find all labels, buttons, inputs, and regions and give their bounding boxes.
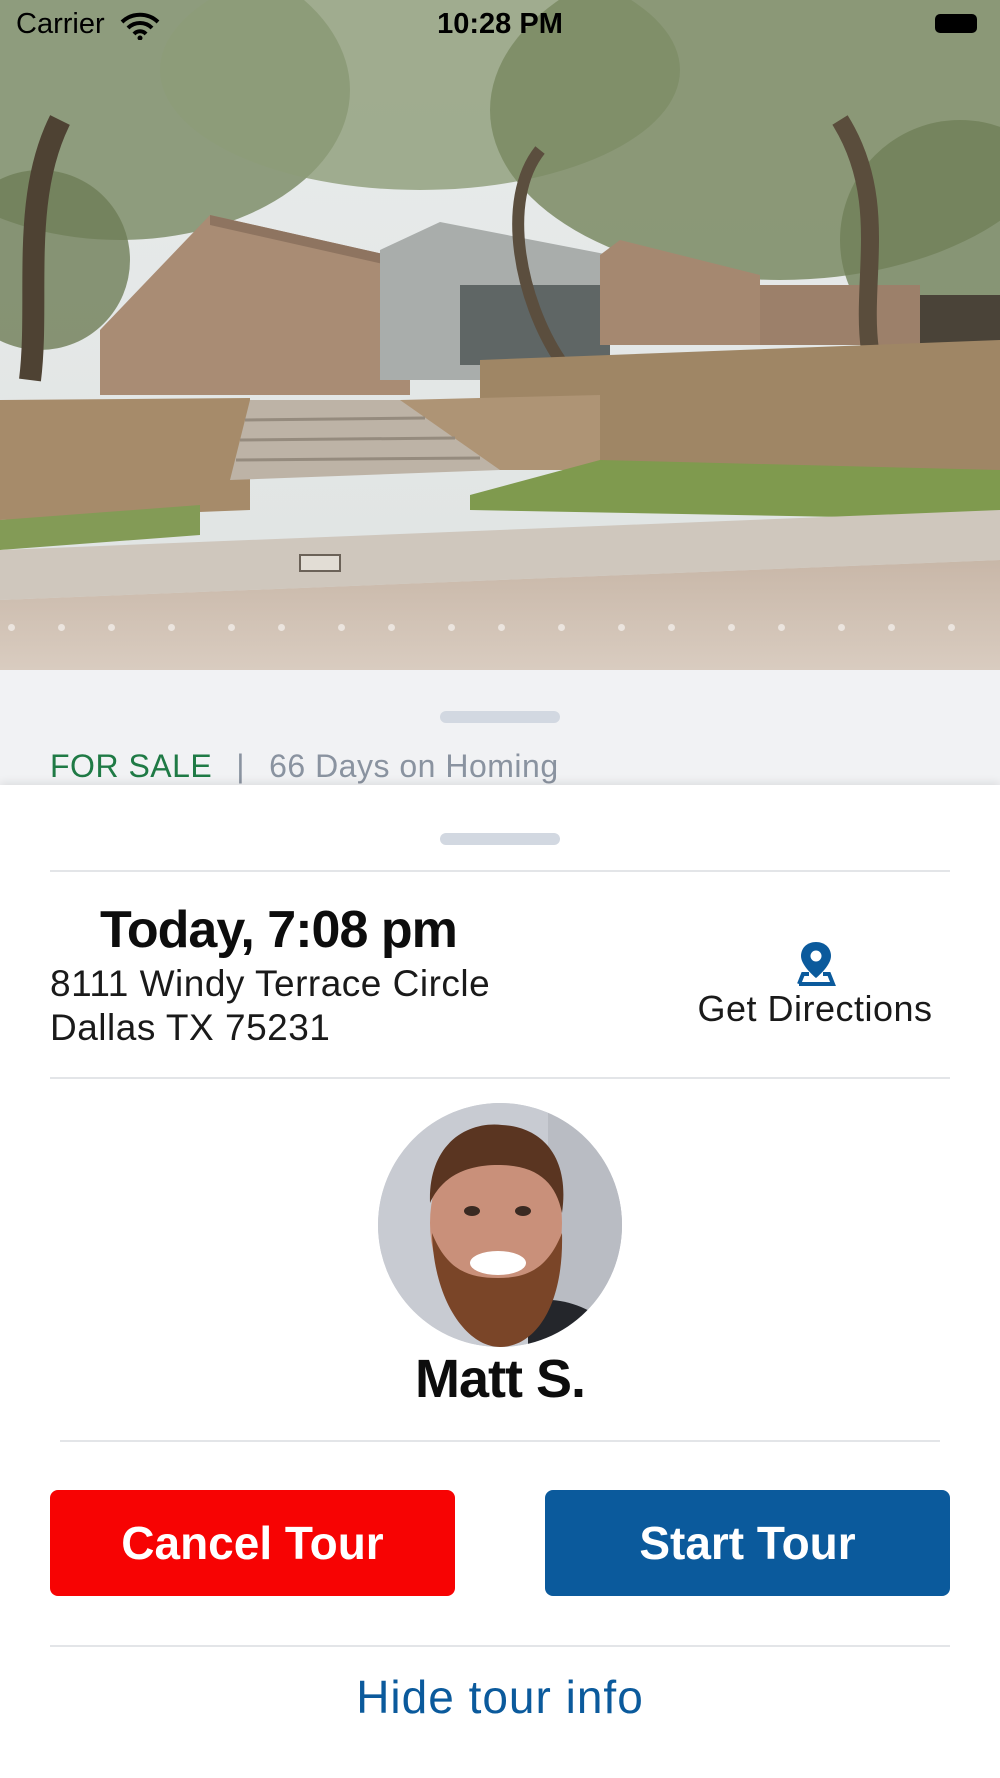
map-pin-icon: [797, 942, 836, 986]
battery-icon: [935, 14, 977, 33]
start-tour-button[interactable]: Start Tour: [545, 1490, 950, 1596]
tour-sheet-grab-handle[interactable]: [440, 833, 560, 845]
cancel-tour-button[interactable]: Cancel Tour: [50, 1490, 455, 1596]
photo-carousel-dots[interactable]: [0, 624, 1000, 634]
sheet-grab-handle[interactable]: [440, 711, 560, 723]
address-line-2: Dallas TX 75231: [50, 1007, 331, 1048]
divider: [60, 1440, 940, 1442]
house-photo: [0, 0, 1000, 670]
hide-tour-info-link[interactable]: Hide tour info: [0, 1670, 1000, 1724]
listing-status-line: FOR SALE | 66 Days on Homing: [50, 748, 559, 785]
divider: [50, 1077, 950, 1079]
get-directions-button[interactable]: Get Directions: [690, 940, 940, 1030]
clock: 10:28 PM: [437, 8, 563, 40]
tour-address: 8111 Windy Terrace Circle Dallas TX 7523…: [50, 962, 490, 1050]
agent-name: Matt S.: [414, 1349, 586, 1409]
get-directions-label: Get Directions: [697, 988, 933, 1029]
status-bar: Carrier 10:28 PM: [0, 0, 1000, 50]
status-separator: |: [236, 748, 246, 784]
tour-time: Today, 7:08 pm: [100, 901, 458, 959]
listing-photo[interactable]: Carrier 10:28 PM: [0, 0, 1000, 670]
address-line-1: 8111 Windy Terrace Circle: [50, 963, 491, 1004]
divider: [50, 870, 950, 872]
divider: [50, 1645, 950, 1647]
agent-photo: [378, 1103, 622, 1347]
agent-avatar: [378, 1103, 622, 1347]
listing-status: FOR SALE: [50, 748, 213, 784]
days-on-market: 66 Days on Homing: [269, 748, 559, 784]
